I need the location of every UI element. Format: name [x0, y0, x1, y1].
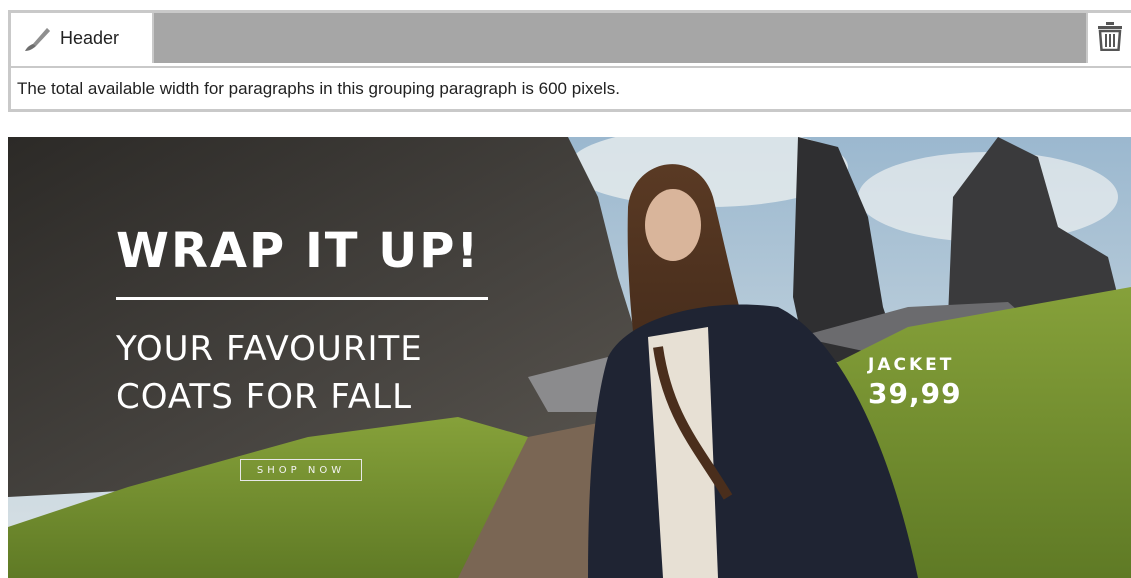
- header-bar[interactable]: [11, 13, 1131, 63]
- header-tab[interactable]: Header: [11, 13, 154, 63]
- trash-icon: [1097, 21, 1123, 56]
- product-label: JACKET: [868, 355, 955, 375]
- banner-subline-2: COATS FOR FALL: [116, 377, 413, 417]
- shop-now-button[interactable]: SHOP NOW: [240, 459, 362, 481]
- banner-subline-1: YOUR FAVOURITE: [116, 329, 423, 369]
- width-info-row: The total available width for paragraphs…: [11, 66, 1131, 109]
- header-banner-image[interactable]: WRAP IT UP! YOUR FAVOURITE COATS FOR FAL…: [8, 137, 1131, 578]
- headline-divider: [116, 297, 488, 300]
- delete-button[interactable]: [1086, 13, 1131, 63]
- brush-icon: [21, 22, 53, 54]
- banner-headline: WRAP IT UP!: [116, 223, 481, 279]
- paragraph-editor: Header The total available width for par…: [8, 10, 1131, 112]
- header-tab-label: Header: [60, 27, 120, 48]
- width-info-text: The total available width for paragraphs…: [17, 78, 620, 98]
- product-price: 39,99: [868, 377, 962, 410]
